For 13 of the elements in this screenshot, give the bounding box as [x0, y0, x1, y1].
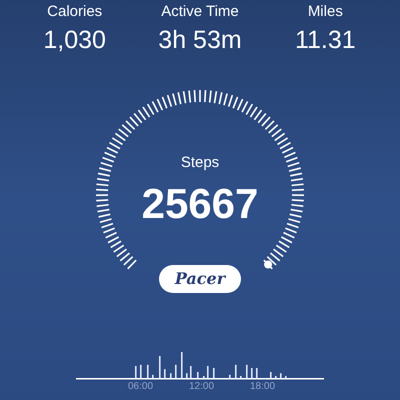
steps-label: Steps — [180, 153, 220, 173]
stat-label: Miles — [308, 2, 343, 22]
stat-label: Calories — [47, 2, 102, 22]
stat-value: 1,030 — [43, 25, 106, 56]
stat-label: Active Time — [161, 2, 239, 22]
stat-value: 3h 53m — [158, 25, 242, 56]
progress-marker — [264, 260, 272, 268]
time-label: 18:00 — [250, 381, 276, 393]
time-label: 06:00 — [128, 381, 154, 393]
stat-value: 11.31 — [294, 25, 356, 56]
steps-count: 25667 — [142, 178, 258, 228]
time-label: 12:00 — [189, 381, 214, 393]
logo: Pacer — [158, 264, 242, 292]
